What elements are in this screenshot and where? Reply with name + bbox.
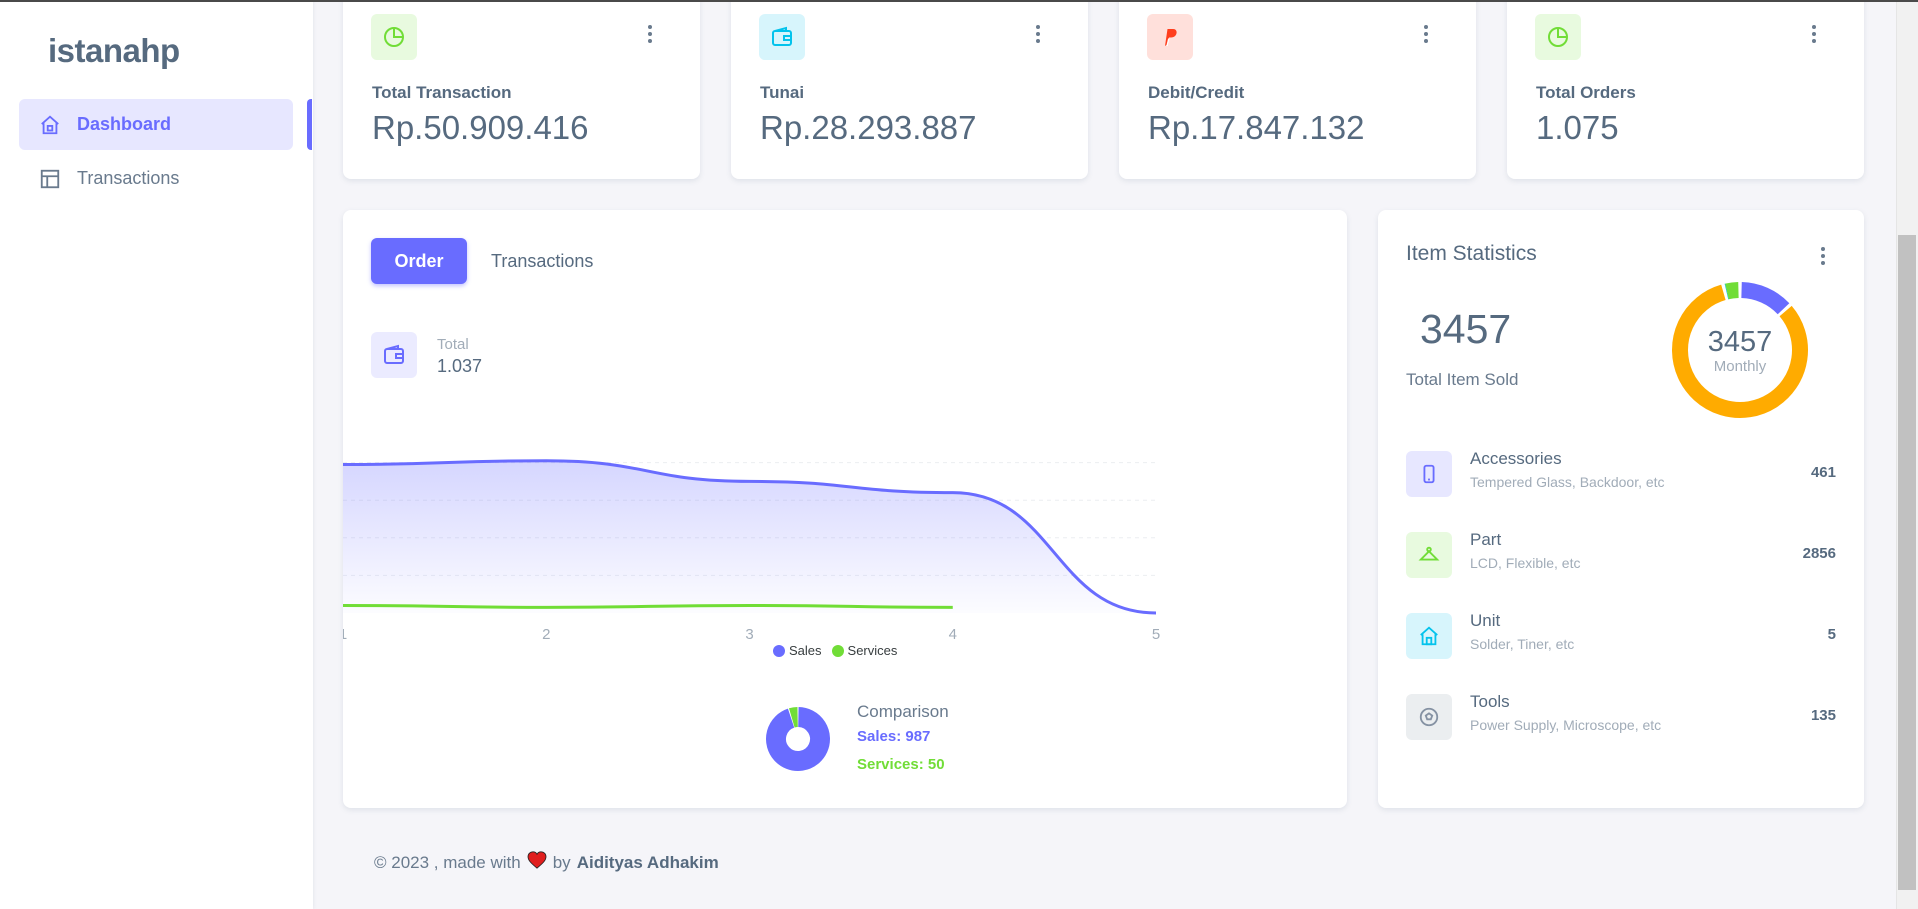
total-item-sold-label: Total Item Sold	[1406, 370, 1519, 389]
stat-card-debit-credit: Debit/Credit Rp.17.847.132	[1119, 0, 1476, 179]
list-item-accessories[interactable]: Accessories Tempered Glass, Backdoor, et…	[1406, 449, 1836, 500]
item-value: 135	[1810, 707, 1836, 724]
scrollbar-thumb[interactable]	[1898, 235, 1916, 890]
total-value: 1.037	[437, 356, 483, 376]
sales-area	[343, 460, 1156, 613]
stat-label: Total Orders	[1536, 83, 1636, 102]
stat-card-total-orders: Total Orders 1.075	[1507, 0, 1864, 179]
more-options-icon[interactable]	[1817, 244, 1829, 268]
sidebar-item-label: Transactions	[77, 168, 180, 188]
list-item-unit[interactable]: Unit Solder, Tiner, etc 5	[1406, 611, 1836, 662]
chart-legend: Sales Services	[773, 643, 897, 658]
paypal-icon	[1147, 14, 1193, 60]
stat-card-total-transaction: Total Transaction Rp.50.909.416	[343, 0, 700, 179]
home-icon	[39, 114, 61, 136]
more-options-icon[interactable]	[644, 22, 656, 46]
donut-value: 3457	[1707, 326, 1773, 358]
hanger-icon	[1406, 532, 1452, 578]
services-line	[343, 603, 953, 609]
donut-slice-accessories	[1741, 282, 1790, 315]
stat-value: Rp.17.847.132	[1148, 109, 1365, 146]
sidebar-item-dashboard[interactable]: Dashboard	[19, 99, 293, 150]
legend-item-sales[interactable]: Sales	[773, 643, 822, 658]
stat-label: Tunai	[760, 83, 805, 102]
comparison-donut-chart	[766, 707, 830, 771]
legend-item-services[interactable]: Services	[831, 643, 897, 658]
pie-chart-icon	[1535, 14, 1581, 60]
comparison-sales: Sales: 987	[857, 728, 931, 745]
item-desc: LCD, Flexible, etc	[1470, 555, 1581, 571]
sidebar: istanahp Dashboard Transactions	[0, 0, 313, 909]
stat-label: Total Transaction	[372, 83, 512, 102]
window-top-border	[0, 0, 1918, 2]
item-name: Accessories	[1470, 449, 1562, 468]
brand-logo[interactable]: istanahp	[48, 32, 180, 70]
sales-services-area-chart: 1 2 3 4 5	[343, 459, 1160, 643]
x-tick-label: 5	[1152, 626, 1160, 643]
donut-label: Monthly	[1713, 358, 1767, 375]
item-statistics-panel: Item Statistics 3457 Total Item Sold 345…	[1378, 210, 1864, 808]
tab-transactions[interactable]: Transactions	[491, 238, 593, 284]
comparison-services: Services: 50	[857, 756, 945, 773]
item-statistics-title: Item Statistics	[1406, 242, 1537, 265]
item-desc: Solder, Tiner, etc	[1470, 636, 1575, 652]
more-options-icon[interactable]	[1808, 22, 1820, 46]
stat-value: Rp.50.909.416	[372, 109, 589, 146]
item-value: 2856	[1802, 545, 1836, 562]
x-tick-label: 4	[949, 626, 957, 643]
order-chart-panel: Order Transactions Total 1.037 1 2 3 4 5 Sal…	[343, 210, 1347, 808]
mobile-icon	[1406, 451, 1452, 497]
active-indicator	[307, 99, 312, 150]
heart-icon	[527, 851, 547, 874]
x-tick-label: 3	[745, 626, 753, 643]
home-icon	[1406, 613, 1452, 659]
x-tick-label: 1	[343, 626, 347, 643]
x-tick-label: 2	[542, 626, 550, 643]
tab-order[interactable]: Order	[371, 238, 467, 284]
stat-value: Rp.28.293.887	[760, 109, 977, 146]
stat-card-tunai: Tunai Rp.28.293.887	[731, 0, 1088, 179]
pie-chart-icon	[371, 14, 417, 60]
item-value: 461	[1810, 464, 1836, 481]
more-options-icon[interactable]	[1032, 22, 1044, 46]
sidebar-item-transactions[interactable]: Transactions	[19, 153, 293, 204]
item-name: Unit	[1470, 611, 1501, 630]
list-item-tools[interactable]: Tools Power Supply, Microscope, etc 135	[1406, 692, 1836, 743]
item-name: Tools	[1470, 692, 1510, 711]
comparison-title: Comparison	[857, 702, 949, 721]
item-desc: Tempered Glass, Backdoor, etc	[1470, 474, 1665, 490]
donut-center: 3457 Monthly	[1682, 326, 1798, 375]
sidebar-item-label: Dashboard	[77, 114, 172, 134]
donut-slice-tools	[1725, 282, 1739, 300]
item-name: Part	[1470, 530, 1502, 549]
footer-author-link[interactable]: Aidityas Adhakim	[577, 853, 719, 873]
stat-label: Debit/Credit	[1148, 83, 1245, 102]
footer-by: by	[552, 852, 571, 872]
item-value: 5	[1827, 626, 1836, 643]
donut-slice-sales	[766, 707, 830, 771]
wallet-icon	[759, 14, 805, 60]
footer-text: © 2023 , made with	[374, 852, 521, 872]
football-icon	[1406, 694, 1452, 740]
more-options-icon[interactable]	[1420, 22, 1432, 46]
layout-icon	[39, 168, 61, 190]
total-item-sold-value: 3457	[1420, 306, 1512, 352]
footer: © 2023 , made with by Aidityas Adhakim	[374, 851, 719, 874]
total-label: Total	[437, 336, 469, 353]
list-item-part[interactable]: Part LCD, Flexible, etc 2856	[1406, 530, 1836, 581]
stat-value: 1.075	[1536, 109, 1619, 146]
donut-slice-services	[788, 707, 799, 728]
wallet-icon	[371, 332, 417, 378]
item-desc: Power Supply, Microscope, etc	[1470, 717, 1662, 733]
